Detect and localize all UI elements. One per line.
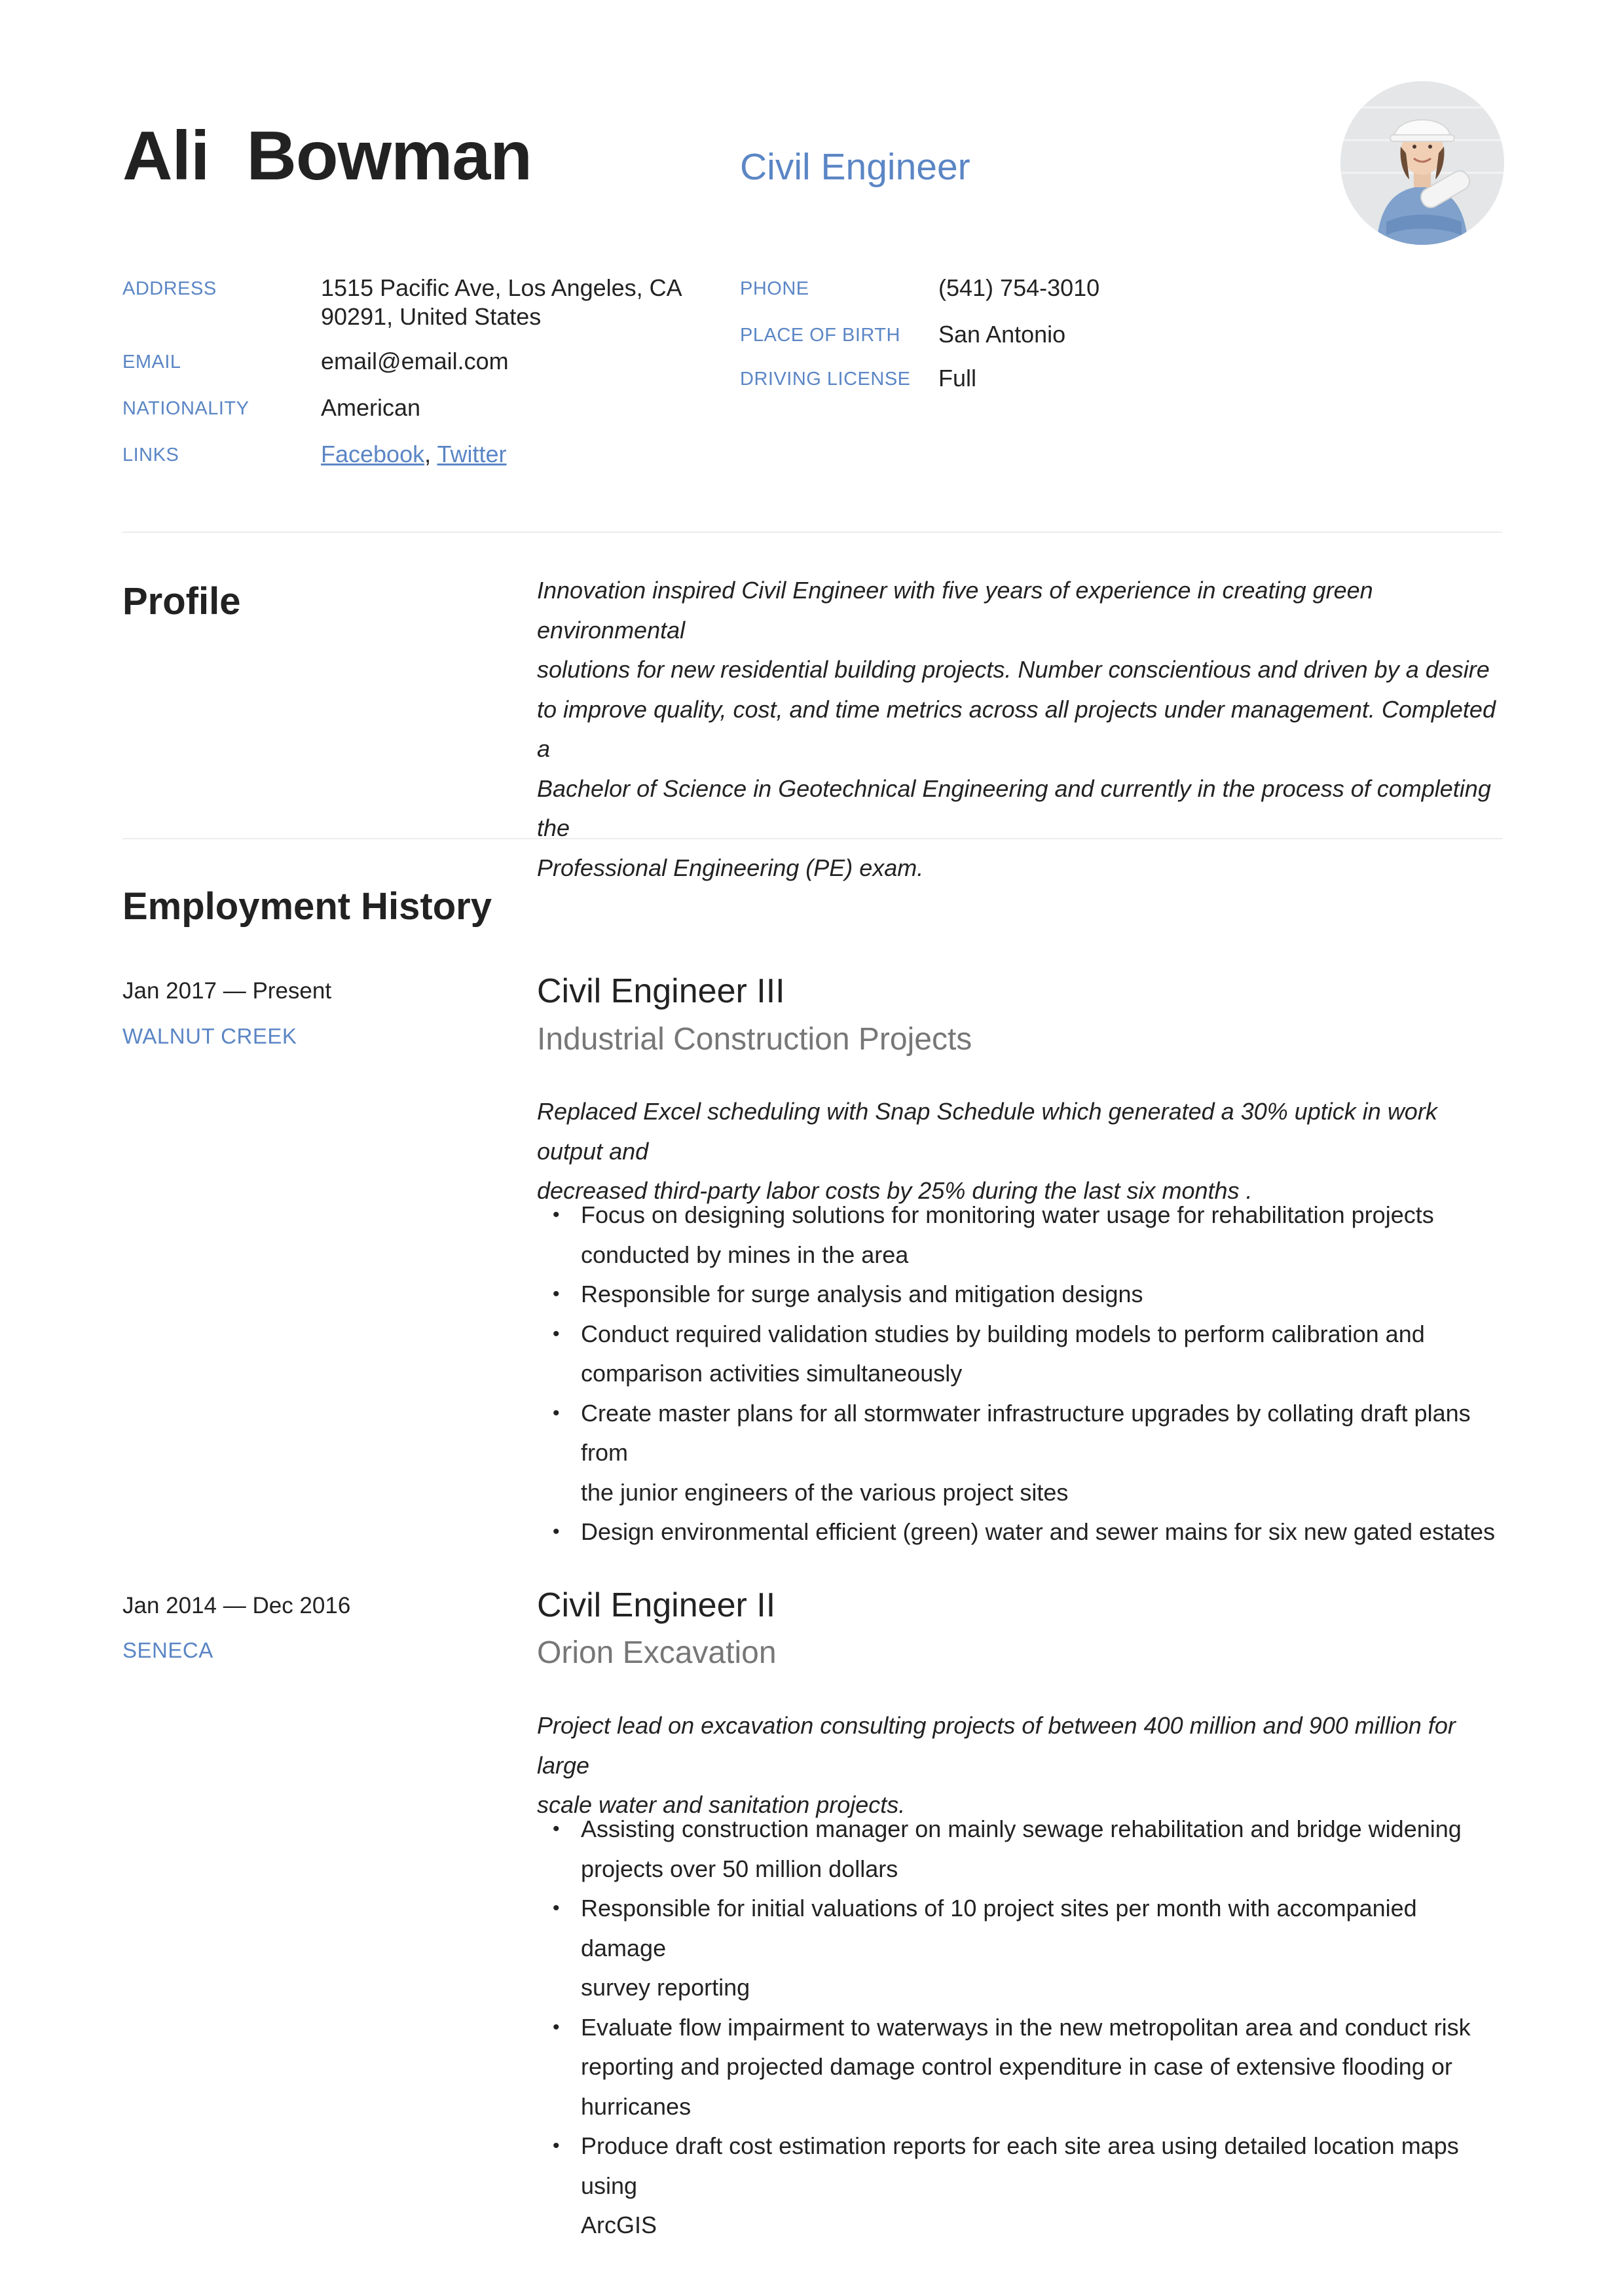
phone-value: (541) 754-3010 bbox=[938, 274, 1100, 301]
profile-line: to improve quality, cost, and time metri… bbox=[537, 695, 1496, 763]
bullet-line: comparison activities simultaneously bbox=[581, 1360, 963, 1387]
address-label: ADDRESS bbox=[122, 278, 217, 299]
candidate-name: Ali Bowman bbox=[122, 117, 532, 196]
job-city: SENECA bbox=[122, 1638, 213, 1662]
profile-line: Professional Engineering (PE) exam. bbox=[537, 854, 924, 881]
job-summary: Project lead on excavation consulting pr… bbox=[537, 1706, 1502, 1825]
list-item: Responsible for initial valuations of 10… bbox=[537, 1889, 1502, 2008]
bullet-line: conducted by mines in the area bbox=[581, 1241, 909, 1268]
profile-line: Innovation inspired Civil Engineer with … bbox=[537, 577, 1373, 644]
job-company: Orion Excavation bbox=[537, 1635, 777, 1670]
job-city: WALNUT CREEK bbox=[122, 1024, 297, 1048]
profile-line: Bachelor of Science in Geotechnical Engi… bbox=[537, 774, 1491, 842]
address-line-2: 90291, United States bbox=[321, 303, 542, 330]
avatar bbox=[1340, 81, 1504, 245]
links-label: LINKS bbox=[122, 445, 179, 465]
bullet-line: Produce draft cost estimation reports fo… bbox=[581, 2132, 1459, 2199]
list-item: Conduct required validation studies by b… bbox=[537, 1315, 1502, 1394]
bullet-line: hurricanes bbox=[581, 2092, 692, 2120]
phone-label: PHONE bbox=[740, 278, 809, 299]
job-bullets: Focus on designing solutions for monitor… bbox=[537, 1195, 1502, 1552]
job-dates: Jan 2014 — Dec 2016 bbox=[122, 1593, 351, 1618]
twitter-link[interactable]: Twitter bbox=[437, 441, 506, 467]
profile-text: Innovation inspired Civil Engineer with … bbox=[537, 571, 1502, 888]
email-value: email@email.com bbox=[321, 348, 509, 374]
list-item: Design environmental efficient (green) w… bbox=[537, 1512, 1502, 1552]
bullet-line: Evaluate flow impairment to waterways in… bbox=[581, 2013, 1471, 2041]
list-item: Assisting construction manager on mainly… bbox=[537, 1810, 1502, 1889]
job-dates: Jan 2017 — Present bbox=[122, 978, 332, 1004]
list-item: Create master plans for all stormwater i… bbox=[537, 1394, 1502, 1513]
links-value: Facebook, Twitter bbox=[321, 440, 507, 469]
address-line-1: 1515 Pacific Ave, Los Angeles, CA bbox=[321, 274, 682, 301]
list-item: Evaluate flow impairment to waterways in… bbox=[537, 2008, 1502, 2127]
bullet-line: Focus on designing solutions for monitor… bbox=[581, 1201, 1434, 1228]
nationality-value: American bbox=[321, 394, 421, 421]
address-value: 1515 Pacific Ave, Los Angeles, CA 90291,… bbox=[321, 274, 682, 331]
bullet-line: projects over 50 million dollars bbox=[581, 1855, 898, 1882]
employment-heading: Employment History bbox=[122, 885, 492, 928]
job-company: Industrial Construction Projects bbox=[537, 1022, 972, 1057]
list-item: Produce draft cost estimation reports fo… bbox=[537, 2126, 1502, 2246]
bullet-line: Responsible for initial valuations of 10… bbox=[581, 1895, 1417, 1961]
bullet-line: survey reporting bbox=[581, 1974, 750, 2001]
facebook-link[interactable]: Facebook bbox=[321, 441, 424, 467]
bullet-line: Responsible for surge analysis and mitig… bbox=[581, 1281, 1143, 1307]
avatar-portrait-icon bbox=[1340, 81, 1504, 245]
last-name: Bowman bbox=[246, 117, 532, 194]
profile-line: solutions for new residential building p… bbox=[537, 656, 1490, 683]
links-separator: , bbox=[424, 441, 432, 467]
divider bbox=[122, 532, 1502, 533]
driving-license-label: DRIVING LICENSE bbox=[740, 369, 911, 390]
list-item: Responsible for surge analysis and mitig… bbox=[537, 1275, 1502, 1315]
job-summary-line: Replaced Excel scheduling with Snap Sche… bbox=[537, 1098, 1437, 1165]
driving-license-value: Full bbox=[938, 365, 977, 392]
bullet-line: Assisting construction manager on mainly… bbox=[581, 1815, 1462, 1842]
first-name: Ali bbox=[122, 117, 210, 194]
job-summary: Replaced Excel scheduling with Snap Sche… bbox=[537, 1092, 1502, 1211]
divider bbox=[122, 838, 1502, 839]
bullet-line: reporting and projected damage control e… bbox=[581, 2053, 1452, 2080]
bullet-line: ArcGIS bbox=[581, 2212, 657, 2238]
email-label: EMAIL bbox=[122, 352, 181, 373]
place-of-birth-label: PLACE OF BIRTH bbox=[740, 325, 900, 346]
bullet-line: the junior engineers of the various proj… bbox=[581, 1478, 1069, 1506]
bullet-line: Conduct required validation studies by b… bbox=[581, 1320, 1425, 1347]
job-bullets: Assisting construction manager on mainly… bbox=[537, 1810, 1502, 2246]
job-summary-line: Project lead on excavation consulting pr… bbox=[537, 1712, 1456, 1779]
job-title-header: Civil Engineer bbox=[740, 146, 970, 188]
list-item: Focus on designing solutions for monitor… bbox=[537, 1195, 1502, 1275]
place-of-birth-value: San Antonio bbox=[938, 321, 1066, 348]
job-title: Civil Engineer III bbox=[537, 972, 785, 1010]
profile-heading: Profile bbox=[122, 580, 241, 623]
bullet-line: Design environmental efficient (green) w… bbox=[581, 1518, 1496, 1545]
bullet-line: Create master plans for all stormwater i… bbox=[581, 1399, 1471, 1467]
job-title: Civil Engineer II bbox=[537, 1586, 776, 1624]
nationality-label: NATIONALITY bbox=[122, 398, 249, 419]
